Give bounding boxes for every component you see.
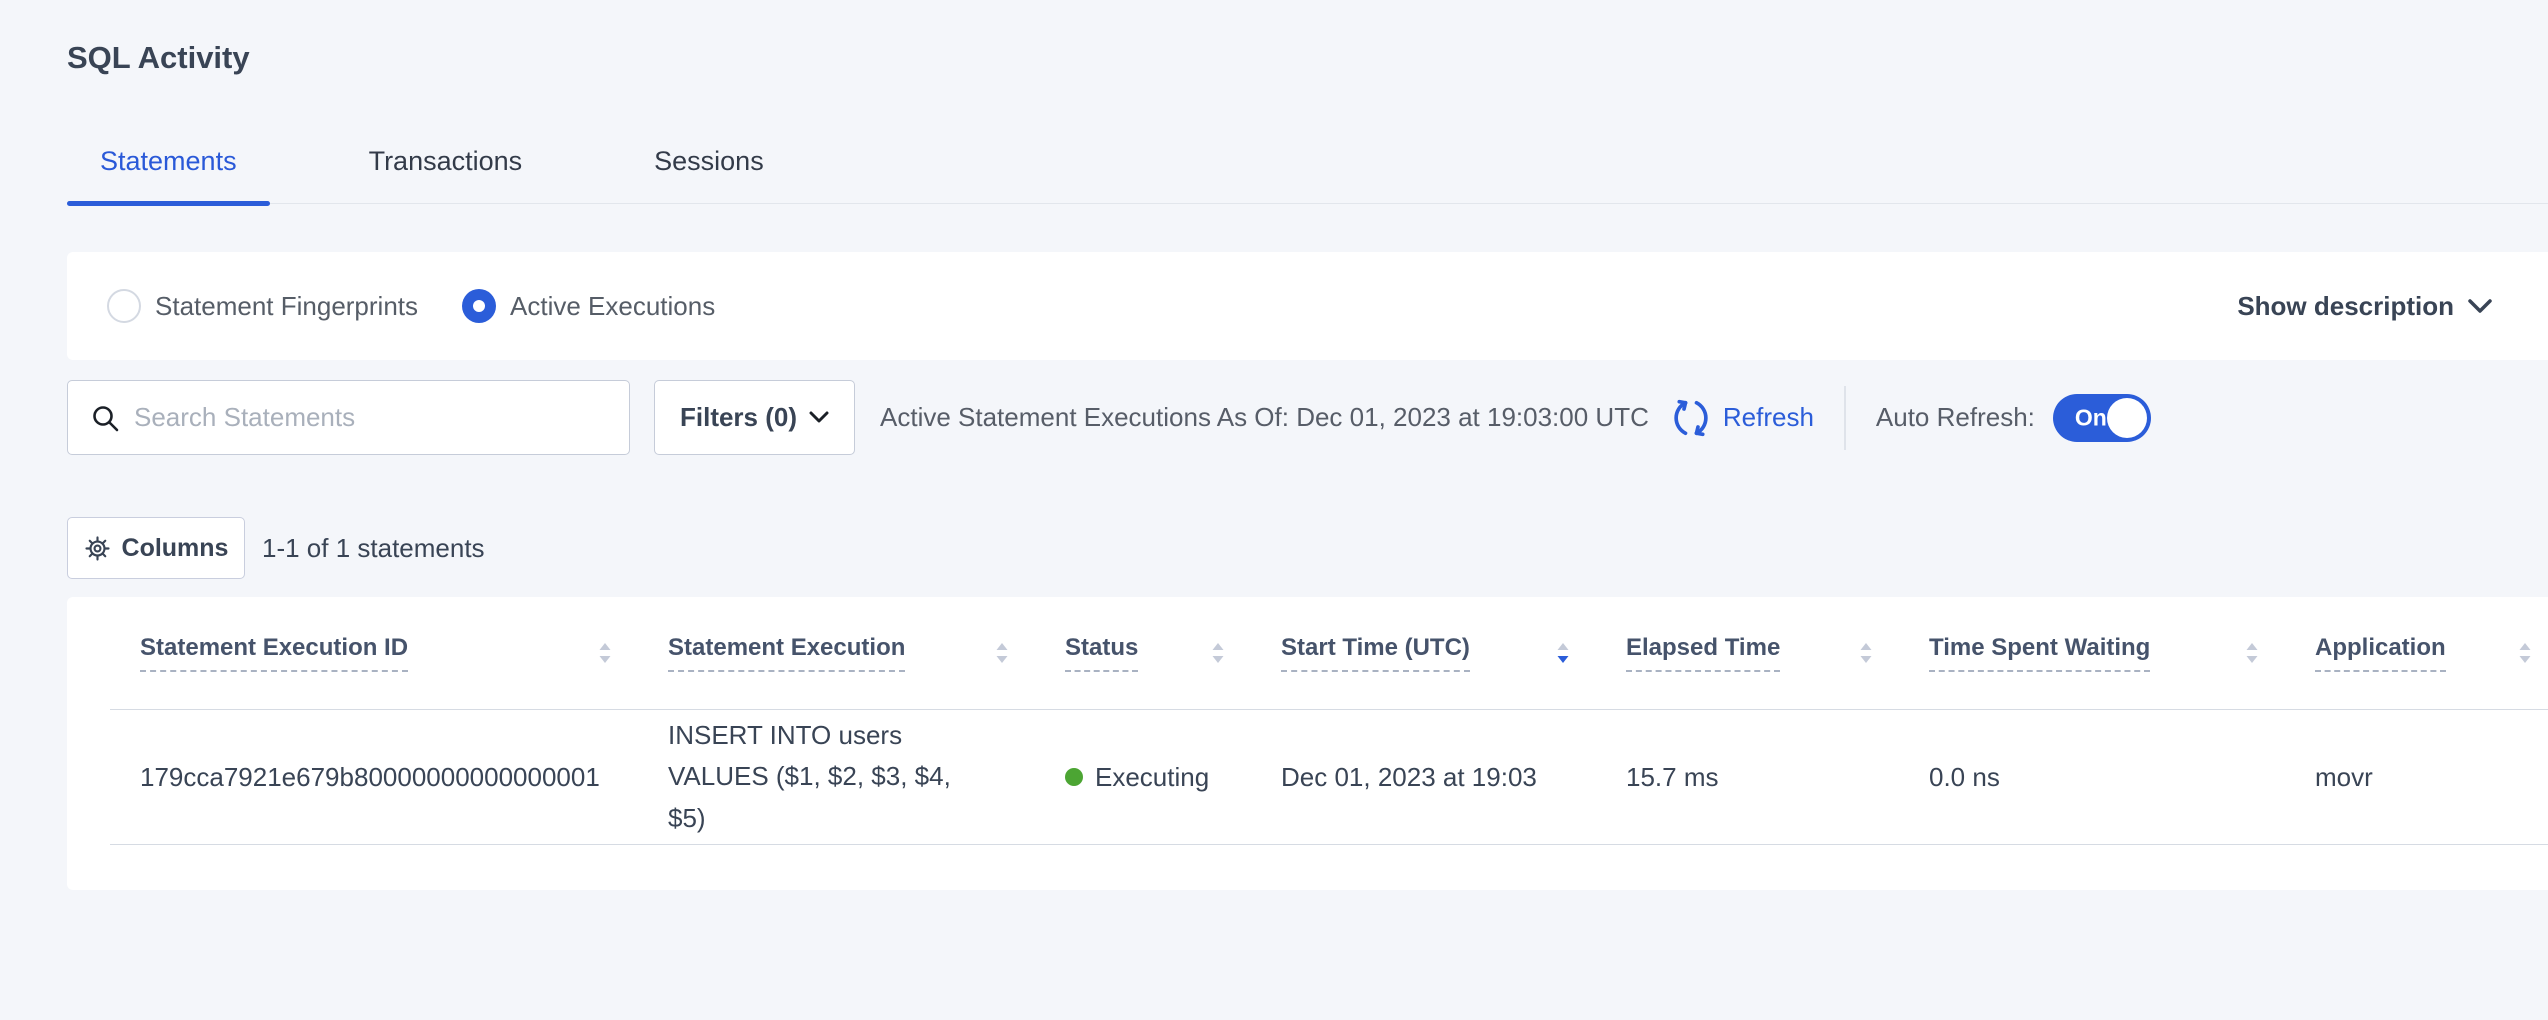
radio-circle-icon[interactable] [462,289,496,323]
column-header-elapsed-time: Elapsed Time [1626,634,1929,672]
column-header-start-time: Start Time (UTC) [1281,634,1626,672]
as-of-text: Active Statement Executions As Of: Dec 0… [880,402,1649,433]
refresh-button[interactable]: Refresh [1669,396,1814,440]
refresh-label: Refresh [1723,402,1814,433]
columns-button[interactable]: Columns [67,517,245,579]
row-divider [110,844,2548,845]
tab-bar: Statements Transactions Sessions [67,124,2548,204]
filters-button[interactable]: Filters (0) [654,380,855,455]
show-description-label: Show description [2237,291,2454,322]
cell-status: Executing [1065,762,1281,793]
auto-refresh-label: Auto Refresh: [1876,402,2035,433]
table-row[interactable]: 179cca7921e679b80000000000000001 INSERT … [67,710,2548,844]
cell-statement[interactable]: INSERT INTO users VALUES ($1, $2, $3, $4… [668,715,1018,840]
gear-icon [84,535,111,562]
chevron-down-icon [2468,299,2492,314]
statements-table: Statement Execution ID Statement Executi… [67,597,2548,890]
table-controls-row: Columns 1-1 of 1 statements [67,517,2548,579]
table-header-row: Statement Execution ID Statement Executi… [67,597,2548,709]
cell-start-time: Dec 01, 2023 at 19:03 [1281,762,1626,793]
column-label[interactable]: Statement Execution [668,634,905,672]
column-label[interactable]: Status [1065,634,1138,672]
sql-activity-page: SQL Activity Statements Transactions Ses… [0,38,2548,1020]
sort-icon[interactable] [1858,640,1874,666]
toggle-state-label: On [2075,404,2107,431]
cell-execution-id: 179cca7921e679b80000000000000001 [140,762,668,793]
toggle-knob[interactable] [2107,398,2147,438]
filters-label: Filters (0) [680,402,797,433]
radio-active-executions[interactable]: Active Executions [462,289,715,323]
show-description-button[interactable]: Show description [2237,291,2492,322]
tab-transactions[interactable]: Transactions [336,124,556,203]
sort-icon[interactable] [1210,640,1226,666]
status-text: Executing [1095,762,1209,793]
cell-application: movr [2315,762,2548,793]
column-label[interactable]: Elapsed Time [1626,634,1780,672]
tab-sessions[interactable]: Sessions [621,124,797,203]
column-header-application: Application [2315,634,2548,672]
search-box [67,380,630,455]
auto-refresh-toggle[interactable]: On [2053,394,2151,442]
cell-elapsed-time: 15.7 ms [1626,762,1929,793]
sort-icon[interactable] [2517,640,2533,666]
sort-icon[interactable] [1555,640,1571,666]
column-label[interactable]: Statement Execution ID [140,634,408,672]
vertical-divider [1844,386,1846,450]
page-title: SQL Activity [67,38,2548,78]
column-label[interactable]: Start Time (UTC) [1281,634,1470,672]
column-header-statement-execution-id: Statement Execution ID [140,634,668,672]
columns-label: Columns [122,534,229,563]
chevron-down-icon [809,411,829,424]
column-label[interactable]: Time Spent Waiting [1929,634,2150,672]
search-input[interactable] [134,381,629,454]
radio-circle-icon[interactable] [107,289,141,323]
search-icon [90,403,120,433]
cell-time-spent-waiting: 0.0 ns [1929,762,2315,793]
sort-icon[interactable] [597,640,613,666]
tab-statements[interactable]: Statements [67,124,270,203]
radio-label: Active Executions [510,291,715,322]
status-dot-icon [1065,768,1083,786]
controls-row: Filters (0) Active Statement Executions … [67,380,2548,455]
column-header-status: Status [1065,634,1281,672]
radio-statement-fingerprints[interactable]: Statement Fingerprints [107,289,418,323]
refresh-icon [1669,396,1713,440]
column-header-time-spent-waiting: Time Spent Waiting [1929,634,2315,672]
view-mode-panel: Statement Fingerprints Active Executions… [67,252,2548,360]
column-label[interactable]: Application [2315,634,2446,672]
radio-label: Statement Fingerprints [155,291,418,322]
result-count: 1-1 of 1 statements [262,533,485,564]
sort-icon[interactable] [994,640,1010,666]
sort-icon[interactable] [2244,640,2260,666]
column-header-statement-execution: Statement Execution [668,634,1065,672]
